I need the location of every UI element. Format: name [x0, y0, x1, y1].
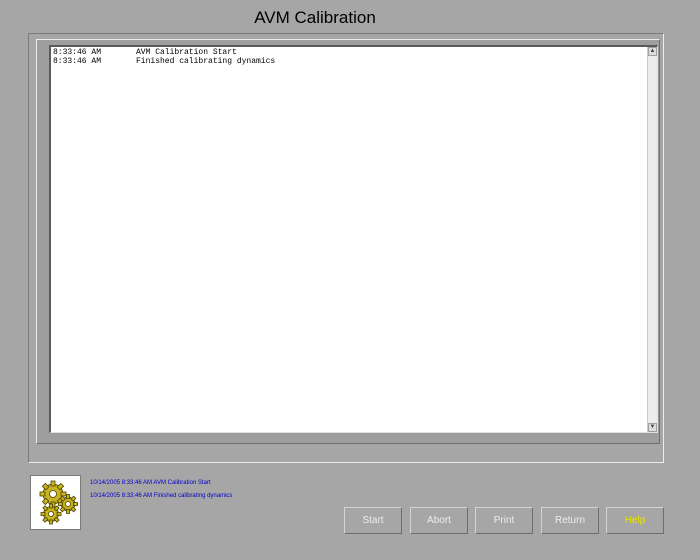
- log-line: 8:33:46 AM AVM Calibration Start: [53, 48, 645, 57]
- log-lines: 8:33:46 AM AVM Calibration Start 8:33:46 …: [53, 48, 645, 66]
- log-text-area[interactable]: 8:33:46 AM AVM Calibration Start 8:33:46 …: [49, 45, 658, 433]
- scroll-up-arrow-icon[interactable]: ▲: [648, 47, 657, 56]
- page-title: AVM Calibration: [254, 8, 376, 27]
- gears-icon: [30, 475, 81, 530]
- log-line: 8:33:46 AM Finished calibrating dynamics: [53, 57, 645, 66]
- status-message: 10/14/2005 8:33:46 AM Finished calibrati…: [90, 493, 233, 499]
- scroll-down-arrow-icon[interactable]: ▼: [648, 423, 657, 432]
- log-line-message: AVM Calibration Start: [136, 48, 237, 57]
- vertical-scrollbar[interactable]: ▲ ▼: [647, 47, 657, 432]
- gears-icon-graphic: [39, 480, 78, 525]
- print-button[interactable]: Print: [475, 507, 533, 534]
- log-line-time: 8:33:46 AM: [53, 57, 102, 66]
- start-button[interactable]: Start: [344, 507, 402, 534]
- status-message: 10/14/2005 8:33:46 AM AVM Calibration St…: [90, 480, 211, 486]
- log-line-message: Finished calibrating dynamics: [136, 57, 276, 66]
- help-button[interactable]: Help: [606, 507, 664, 534]
- log-line-time: 8:33:46 AM: [53, 48, 102, 57]
- return-button[interactable]: Return: [541, 507, 599, 534]
- abort-button[interactable]: Abort: [410, 507, 468, 534]
